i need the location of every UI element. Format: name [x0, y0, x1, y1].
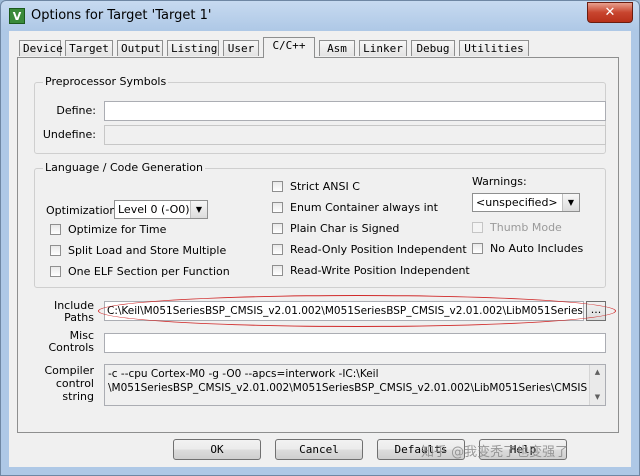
include-label-line2: Paths [64, 311, 94, 324]
no-auto-includes-checkbox[interactable]: No Auto Includes [472, 242, 583, 255]
checkbox-box [272, 223, 283, 234]
tab-listing[interactable]: Listing [167, 40, 219, 56]
one-elf-label: One ELF Section per Function [68, 265, 230, 278]
cancel-button[interactable]: Cancel [275, 439, 363, 460]
define-input[interactable] [104, 101, 606, 121]
scroll-up-icon[interactable]: ▲ [590, 365, 605, 380]
undefine-label: Undefine: [42, 128, 96, 141]
no-auto-includes-label: No Auto Includes [490, 242, 584, 255]
compiler-label-line2: control [55, 377, 94, 390]
preprocessor-legend: Preprocessor Symbols [43, 75, 169, 88]
checkbox-box [50, 224, 61, 235]
tab-asm[interactable]: Asm [319, 40, 355, 56]
rw-pos-label: Read-Write Position Independent [290, 264, 470, 277]
include-paths-label: Include Paths [32, 300, 94, 324]
options-dialog: V Options for Target 'Target 1' ✕ Device… [0, 0, 640, 476]
optimize-time-label: Optimize for Time [68, 223, 167, 236]
optimization-value: Level 0 (-O0) [118, 203, 190, 216]
split-load-label: Split Load and Store Multiple [68, 244, 227, 257]
tab-c-cpp[interactable]: C/C++ [263, 37, 315, 58]
title-bar[interactable]: V Options for Target 'Target 1' ✕ [1, 1, 639, 31]
ok-button[interactable]: OK [173, 439, 261, 460]
tab-debug[interactable]: Debug [411, 40, 455, 56]
language-legend: Language / Code Generation [43, 161, 206, 174]
optimization-label: Optimization: [46, 204, 121, 217]
tab-user[interactable]: User [223, 40, 259, 56]
warnings-label: Warnings: [472, 175, 527, 188]
checkbox-box [272, 265, 283, 276]
undefine-input[interactable] [104, 125, 606, 145]
optimization-select[interactable]: Level 0 (-O0) ▼ [114, 200, 208, 219]
include-paths-input[interactable]: C:\Keil\M051SeriesBSP_CMSIS_v2.01.002\M0… [104, 301, 584, 321]
dialog-client-area: Device Target Output Listing User C/C++ … [9, 31, 631, 467]
ro-pos-label: Read-Only Position Independent [290, 243, 467, 256]
checkbox-box [472, 243, 483, 254]
c-cpp-tab-panel: Preprocessor Symbols Define: Undefine: L… [17, 57, 619, 433]
tab-target[interactable]: Target [65, 40, 113, 56]
checkbox-box [50, 266, 61, 277]
one-elf-checkbox[interactable]: One ELF Section per Function [50, 265, 230, 278]
chevron-down-icon[interactable]: ▼ [562, 194, 579, 211]
tab-linker[interactable]: Linker [359, 40, 407, 56]
compiler-label-line3: string [62, 390, 94, 403]
strict-ansi-label: Strict ANSI C [290, 180, 360, 193]
misc-controls-input[interactable] [104, 333, 606, 353]
enum-container-label: Enum Container always int [290, 201, 438, 214]
checkbox-box [272, 181, 283, 192]
rw-pos-independent-checkbox[interactable]: Read-Write Position Independent [272, 264, 470, 277]
warnings-value: <unspecified> [476, 196, 558, 209]
include-browse-button[interactable]: ... [586, 301, 606, 321]
compiler-scrollbar[interactable]: ▲ ▼ [589, 365, 605, 405]
tab-output[interactable]: Output [117, 40, 163, 56]
compiler-line-2: \M051SeriesBSP_CMSIS_v2.01.002\M051Serie… [108, 382, 588, 394]
define-label: Define: [56, 104, 96, 117]
tab-utilities[interactable]: Utilities [459, 40, 529, 56]
compiler-control-string: -c --cpu Cortex-M0 -g -O0 --apcs=interwo… [104, 364, 606, 406]
thumb-mode-checkbox[interactable]: Thumb Mode [472, 221, 562, 234]
thumb-mode-label: Thumb Mode [490, 221, 562, 234]
close-button[interactable]: ✕ [587, 2, 633, 23]
scroll-down-icon[interactable]: ▼ [590, 390, 605, 405]
split-load-checkbox[interactable]: Split Load and Store Multiple [50, 244, 226, 257]
keil-app-icon: V [9, 8, 25, 24]
strict-ansi-checkbox[interactable]: Strict ANSI C [272, 180, 360, 193]
misc-controls-label: Misc Controls [32, 330, 95, 354]
checkbox-box [50, 245, 61, 256]
watermark-text: 知乎 @我变秃了也变强了 [421, 445, 569, 460]
plain-char-label: Plain Char is Signed [290, 222, 400, 235]
ro-pos-independent-checkbox[interactable]: Read-Only Position Independent [272, 243, 467, 256]
window-title: Options for Target 'Target 1' [31, 8, 212, 23]
compiler-line-1: -c --cpu Cortex-M0 -g -O0 --apcs=interwo… [108, 368, 379, 380]
tab-device[interactable]: Device [19, 40, 63, 56]
checkbox-box [272, 244, 283, 255]
compiler-control-label: Compiler control string [32, 364, 94, 403]
chevron-down-icon[interactable]: ▼ [190, 201, 207, 218]
checkbox-box [472, 222, 483, 233]
misc-label-line2: Controls [48, 341, 95, 354]
optimize-time-checkbox[interactable]: Optimize for Time [50, 223, 166, 236]
plain-char-checkbox[interactable]: Plain Char is Signed [272, 222, 399, 235]
compiler-label-line1: Compiler [44, 364, 94, 377]
warnings-select[interactable]: <unspecified> ▼ [472, 193, 580, 212]
checkbox-box [272, 202, 283, 213]
enum-container-checkbox[interactable]: Enum Container always int [272, 201, 438, 214]
